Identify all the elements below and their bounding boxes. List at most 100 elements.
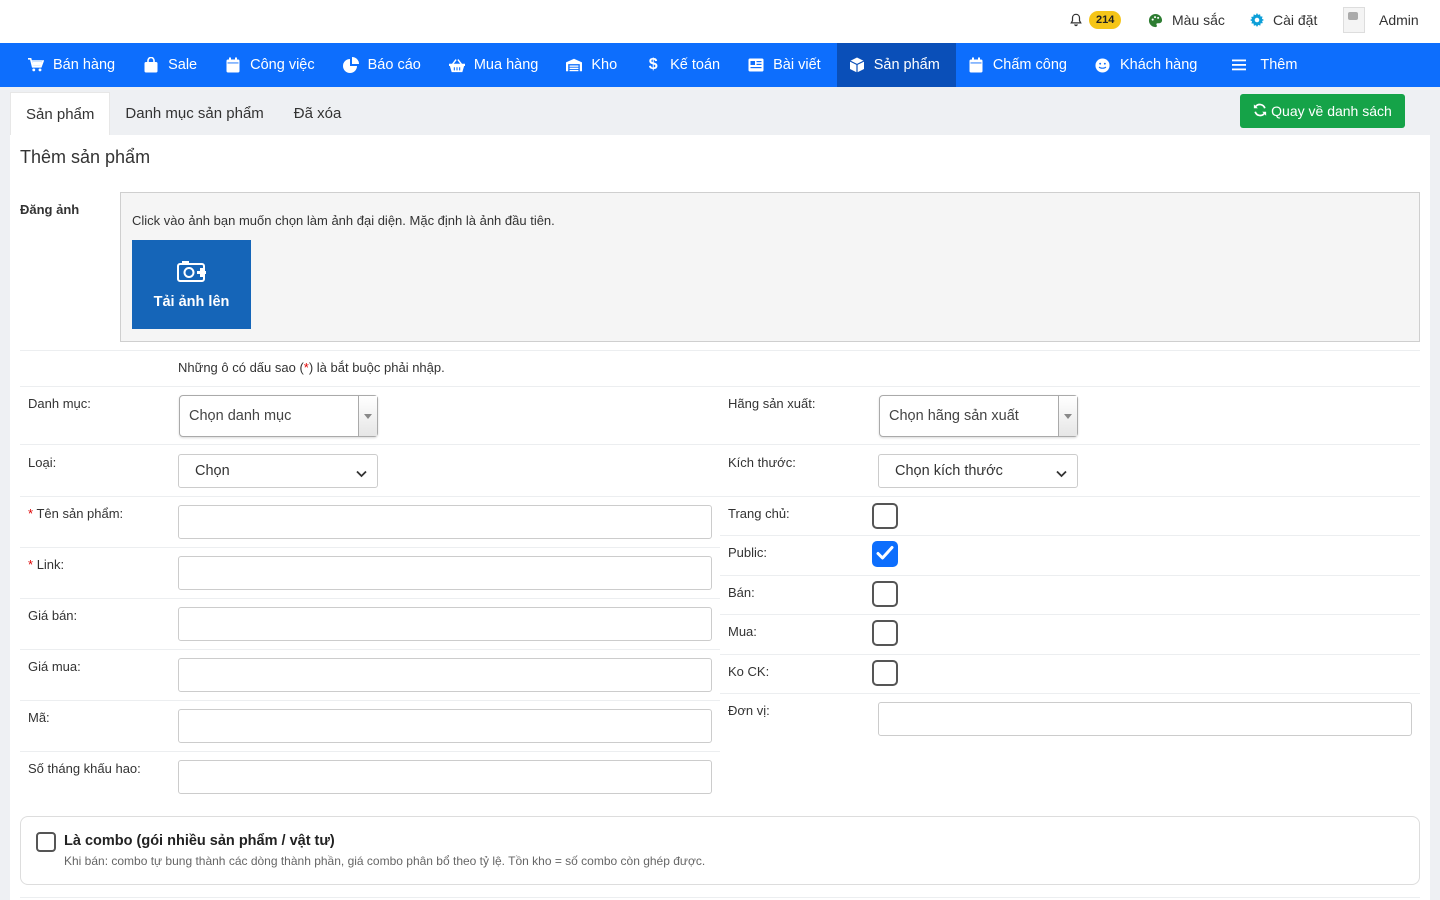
- buy-price-label: Giá mua:: [28, 659, 81, 674]
- nav-item-sale[interactable]: Sale: [131, 43, 213, 87]
- buy-label: Mua:: [728, 624, 757, 639]
- divider: [20, 350, 1420, 351]
- combo-section: Là combo (gói nhiều sản phẩm / vật tư) K…: [20, 816, 1420, 885]
- nav-item-ke-toan[interactable]: $ Kế toán: [633, 43, 736, 87]
- no-discount-checkbox[interactable]: [872, 660, 898, 686]
- category-select[interactable]: Chọn danh mục: [179, 395, 378, 437]
- nav-item-cong-viec[interactable]: Công việc: [213, 43, 330, 87]
- user-name: Admin: [1379, 12, 1419, 28]
- nav-label: Mua hàng: [473, 57, 539, 73]
- divider: [720, 693, 1420, 694]
- nav-item-them[interactable]: Thêm: [1213, 43, 1313, 87]
- divider: [20, 897, 1420, 898]
- dollar-icon: $: [648, 56, 658, 73]
- basket-icon: [448, 57, 465, 73]
- divider: [20, 751, 720, 752]
- required-star: *: [28, 506, 34, 521]
- gear-icon: [1250, 13, 1264, 27]
- nav-label: Báo cáo: [367, 57, 421, 73]
- public-checkbox[interactable]: [872, 541, 898, 567]
- product-name-label-text: Tên sản phẩm:: [36, 506, 124, 521]
- newspaper-icon: [748, 57, 764, 73]
- user-menu[interactable]: Admin: [1343, 0, 1419, 40]
- nav-label: Khách hàng: [1119, 57, 1198, 73]
- type-select[interactable]: Chọn: [178, 454, 378, 488]
- home-label: Trang chủ:: [728, 506, 790, 521]
- public-label: Public:: [728, 545, 768, 560]
- divider: [20, 598, 720, 599]
- add-photo-icon: [176, 260, 207, 286]
- divider: [20, 700, 720, 701]
- link-input[interactable]: [178, 556, 712, 590]
- size-label: Kích thước:: [728, 455, 796, 470]
- divider: [720, 535, 1420, 536]
- sell-checkbox[interactable]: [872, 581, 898, 607]
- back-to-list-label: Quay về danh sách: [1271, 103, 1392, 119]
- upload-area: Click vào ảnh bạn muốn chọn làm ảnh đại …: [120, 192, 1420, 342]
- manufacturer-select[interactable]: Chọn hãng sản xuất: [879, 395, 1078, 437]
- box-icon: [849, 57, 865, 73]
- nav-item-kho[interactable]: Kho: [554, 43, 633, 87]
- sale-price-input[interactable]: [178, 607, 712, 641]
- chevron-down-icon: [1056, 466, 1067, 482]
- divider: [20, 386, 1420, 387]
- dropdown-arrow-icon: [358, 396, 377, 436]
- nav-label: Sản phẩm: [873, 57, 940, 73]
- unit-input[interactable]: [878, 702, 1412, 736]
- nav-label: Sale: [168, 57, 198, 73]
- depreciation-input[interactable]: [178, 760, 712, 794]
- calendar-icon: [225, 57, 241, 73]
- nav-label: Bán hàng: [53, 57, 116, 73]
- required-note-text: Những ô có dấu sao (: [178, 360, 304, 375]
- nav-item-bai-viet[interactable]: Bài viết: [736, 43, 837, 87]
- palette-icon: [1148, 13, 1163, 28]
- dropdown-arrow-icon: [1058, 396, 1077, 436]
- required-star: *: [28, 557, 34, 572]
- divider: [720, 496, 1420, 497]
- divider: [720, 614, 1420, 615]
- product-name-input[interactable]: [178, 505, 712, 539]
- manufacturer-placeholder: Chọn hãng sản xuất: [889, 408, 1019, 424]
- product-tabs: Sản phẩm Danh mục sản phẩm Đã xóa: [10, 92, 356, 135]
- combo-checkbox[interactable]: [36, 832, 56, 852]
- nav-label: Kế toán: [670, 57, 721, 73]
- upload-label: Đăng ảnh: [20, 202, 80, 217]
- upload-hint: Click vào ảnh bạn muốn chọn làm ảnh đại …: [132, 213, 555, 228]
- link-label: * Link:: [28, 557, 64, 572]
- refresh-icon: [1253, 103, 1267, 120]
- tab-da-xoa[interactable]: Đã xóa: [279, 92, 357, 135]
- notifications[interactable]: 214: [1069, 0, 1122, 40]
- divider: [20, 444, 720, 445]
- product-name-label: * Tên sản phẩm:: [28, 506, 123, 521]
- nav-item-mua-hang[interactable]: Mua hàng: [437, 43, 555, 87]
- buy-price-input[interactable]: [178, 658, 712, 692]
- sale-price-label: Giá bán:: [28, 608, 78, 623]
- color-menu[interactable]: Màu sắc: [1148, 0, 1225, 40]
- type-selected: Chọn: [195, 463, 230, 479]
- nav-item-san-pham[interactable]: Sản phẩm: [836, 43, 956, 87]
- nav-item-ban-hang[interactable]: Bán hàng: [16, 43, 131, 87]
- main-nav: Bán hàng Sale Công việc Báo cáo Mua hàng…: [0, 43, 1440, 87]
- code-input[interactable]: [178, 709, 712, 743]
- divider: [720, 575, 1420, 576]
- buy-checkbox[interactable]: [872, 620, 898, 646]
- color-label: Màu sắc: [1172, 12, 1225, 28]
- nav-item-bao-cao[interactable]: Báo cáo: [331, 43, 437, 87]
- category-placeholder: Chọn danh mục: [189, 408, 292, 424]
- upload-image-button[interactable]: Tải ảnh lên: [132, 240, 251, 329]
- nav-item-cham-cong[interactable]: Chấm công: [956, 43, 1083, 87]
- back-to-list-button[interactable]: Quay về danh sách: [1240, 94, 1405, 128]
- depreciation-label: Số tháng khấu hao:: [28, 761, 141, 776]
- settings-menu[interactable]: Cài đặt: [1250, 0, 1317, 40]
- pie-chart-icon: [342, 57, 359, 73]
- size-select[interactable]: Chọn kích thước: [878, 454, 1078, 488]
- home-checkbox[interactable]: [872, 503, 898, 529]
- divider: [20, 496, 720, 497]
- bag-icon: [143, 57, 159, 73]
- nav-label: Công việc: [250, 57, 315, 73]
- tab-san-pham[interactable]: Sản phẩm: [10, 92, 111, 135]
- code-label: Mã:: [28, 710, 50, 725]
- tab-danh-muc[interactable]: Danh mục sản phẩm: [110, 92, 278, 135]
- page-title: Thêm sản phẩm: [20, 147, 151, 167]
- nav-item-khach-hang[interactable]: Khách hàng: [1083, 43, 1213, 87]
